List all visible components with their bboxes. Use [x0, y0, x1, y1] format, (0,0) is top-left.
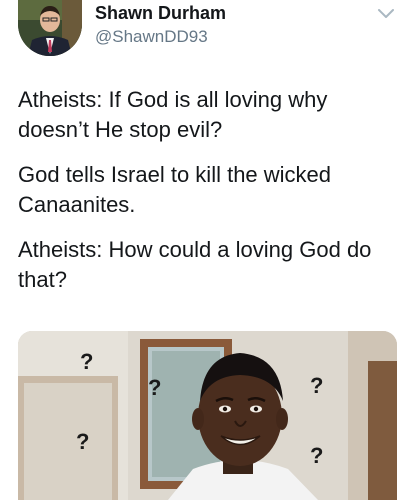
tweet-body: Atheists: If God is all loving why doesn… — [18, 85, 398, 310]
avatar[interactable] — [18, 0, 82, 56]
display-name[interactable]: Shawn Durham — [95, 3, 226, 24]
tweet-line: Atheists: How could a loving God do that… — [18, 237, 372, 292]
question-mark: ? — [80, 349, 94, 374]
tweet-line: Atheists: If God is all loving why doesn… — [18, 87, 328, 142]
tweet-line: God tells Israel to kill the wicked Cana… — [18, 162, 332, 217]
chevron-down-icon[interactable] — [376, 6, 396, 22]
question-mark: ? — [310, 443, 324, 468]
question-mark: ? — [310, 373, 324, 398]
tweet: Shawn Durham @ShawnDD93 Atheists: If God… — [0, 0, 413, 500]
question-mark: ? — [148, 375, 162, 400]
avatar-photo — [18, 0, 82, 56]
user-handle[interactable]: @ShawnDD93 — [95, 27, 208, 47]
question-mark: ? — [76, 429, 90, 454]
confused-meme-image — [18, 331, 397, 500]
tweet-media-image[interactable]: ? ? ? ? ? — [18, 331, 397, 500]
